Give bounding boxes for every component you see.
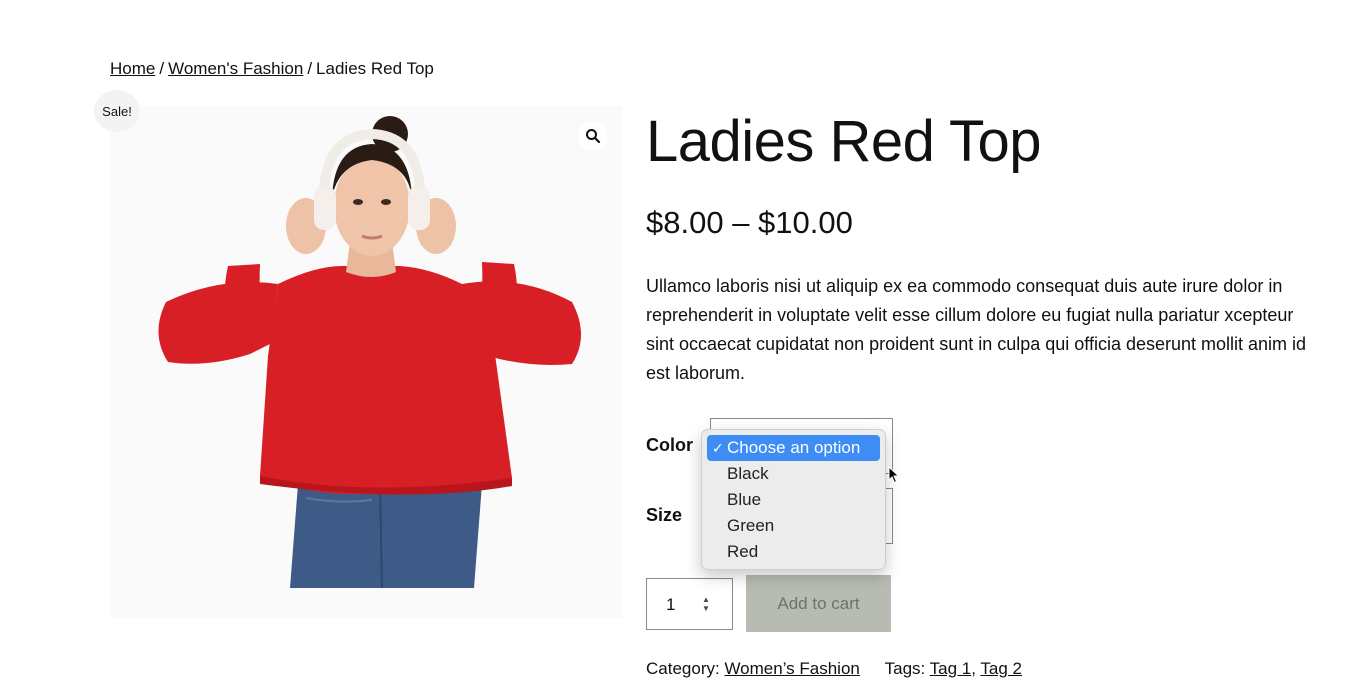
product-price: $8.00 – $10.00 <box>646 205 853 240</box>
dropdown-option[interactable]: ✓ Choose an option <box>707 435 880 461</box>
category-label: Category: <box>646 659 720 678</box>
breadcrumb-current: Ladies Red Top <box>316 59 434 78</box>
size-label: Size <box>646 505 683 525</box>
breadcrumb-home-link[interactable]: Home <box>110 59 155 78</box>
color-label: Color <box>646 435 693 455</box>
dropdown-option-label: Green <box>727 516 775 535</box>
color-dropdown-menu[interactable]: ✓ Choose an option Black Blue Green Red <box>701 429 886 570</box>
product-title: Ladies Red Top <box>646 109 1042 174</box>
quantity-value: 1 <box>666 595 676 614</box>
dropdown-option[interactable]: Black <box>707 461 880 487</box>
breadcrumb-category-link[interactable]: Women's Fashion <box>168 59 303 78</box>
product-meta: Category: Women’s Fashion Tags: Tag 1, T… <box>646 659 1022 679</box>
quantity-stepper[interactable]: 1 ▲ ▼ <box>646 578 733 630</box>
product-photo <box>158 116 581 589</box>
dropdown-option[interactable]: Blue <box>707 487 880 513</box>
category-link[interactable]: Women’s Fashion <box>724 659 859 678</box>
mouse-cursor-icon <box>888 466 900 484</box>
dropdown-option[interactable]: Red <box>707 539 880 565</box>
sale-badge: Sale! <box>94 90 140 132</box>
breadcrumb-separator: / <box>307 59 313 78</box>
breadcrumb: Home / Women's Fashion / Ladies Red Top <box>110 59 434 79</box>
magnifier-icon <box>586 129 601 144</box>
checkmark-icon: ✓ <box>712 440 724 456</box>
product-description: Ullamco laboris nisi ut aliquip ex ea co… <box>646 276 1307 383</box>
tag-link[interactable]: Tag 2 <box>980 659 1022 678</box>
breadcrumb-separator: / <box>159 59 165 78</box>
dropdown-option-label: Choose an option <box>727 438 861 457</box>
stepper-arrows-icon[interactable]: ▲ ▼ <box>702 595 710 613</box>
dropdown-option-label: Blue <box>727 490 762 509</box>
tag-separator: , <box>971 659 976 678</box>
zoom-button[interactable] <box>578 121 608 151</box>
add-to-cart-button[interactable]: Add to cart <box>746 575 891 632</box>
dropdown-option[interactable]: Green <box>707 513 880 539</box>
dropdown-option-label: Black <box>727 464 769 483</box>
dropdown-option-label: Red <box>727 542 759 561</box>
tags-label: Tags: <box>884 659 926 678</box>
tag-link[interactable]: Tag 1 <box>930 659 972 678</box>
product-image[interactable] <box>110 106 622 618</box>
